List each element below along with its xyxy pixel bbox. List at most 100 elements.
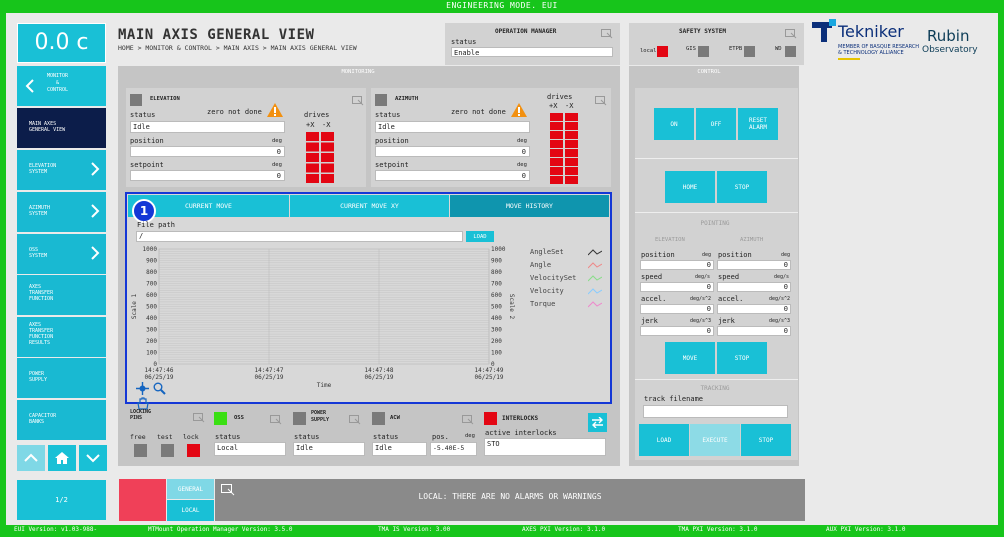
locking-pins-title: LOCKING PINS — [130, 409, 152, 421]
azimuth-speed-input[interactable]: 0 — [717, 282, 791, 292]
scroll-down-button[interactable] — [79, 445, 107, 471]
acw-panel: ACW status Idle pos. deg -5.40E-5 — [370, 409, 478, 464]
x-tick-label: 14:47:48 — [365, 367, 394, 374]
chevron-right-icon — [91, 246, 100, 260]
home-axis-button[interactable]: HOME — [665, 171, 715, 203]
y2-tick-label: 100 — [491, 350, 502, 357]
x-tick-date: 06/25/19 — [255, 374, 284, 381]
nav-item-oss[interactable]: OSS SYSTEM — [17, 234, 106, 274]
nav-item-axes-tf-results[interactable]: AXES TRANSFER FUNCTION RESULTS — [17, 317, 106, 357]
x-axis-label: Time — [317, 382, 332, 389]
azimuth-jerk-input[interactable]: 0 — [717, 326, 791, 336]
track-load-button[interactable]: LOAD — [639, 424, 689, 456]
tab-move-history[interactable]: MOVE HISTORY — [450, 195, 609, 217]
elevation-indicator — [130, 94, 142, 106]
nav-item-axes-tf[interactable]: AXES TRANSFER FUNCTION — [17, 275, 106, 315]
azimuth-position-value: 0 — [375, 146, 530, 157]
x-tick-label: 14:47:47 — [255, 367, 284, 374]
oss-panel: OSS status Local — [212, 409, 287, 464]
nav-back-button[interactable]: MONITOR & CONTROL — [17, 66, 106, 106]
azimuth-setpoint-value: 0 — [375, 170, 530, 181]
y-tick-label: 500 — [146, 304, 157, 311]
nav-item-power-supply[interactable]: POWER SUPPLY — [17, 358, 106, 398]
y2-tick-label: 700 — [491, 281, 502, 288]
azimuth-accel-input[interactable]: 0 — [717, 304, 791, 314]
file-path-input[interactable]: / — [136, 231, 463, 242]
interlocks-active-value: STO — [484, 438, 606, 456]
alarm-indicator — [119, 479, 166, 521]
scroll-up-button[interactable] — [17, 445, 45, 471]
y-tick-label: 1000 — [143, 246, 158, 253]
off-button[interactable]: OFF — [696, 108, 736, 140]
footer-om-version: MTMount Operation Manager Version: 3.5.0 — [148, 526, 293, 533]
crosshair-icon[interactable] — [136, 382, 149, 395]
y2-tick-label: 200 — [491, 338, 502, 345]
control-title: CONTROL — [697, 69, 721, 75]
zoom-icon[interactable] — [153, 382, 166, 395]
nav-item-capacitor-banks[interactable]: CAPACITOR BANKS — [17, 400, 106, 440]
safety-system-title: SAFETY SYSTEM — [679, 28, 726, 35]
footer-tma-pxi-version: TMA PXI Version: 3.1.0 — [678, 526, 758, 533]
control-divider — [635, 158, 798, 159]
pointing-azimuth-label: AZIMUTH — [740, 237, 764, 243]
elevation-zero-label: zero not done — [207, 108, 262, 116]
file-load-button[interactable]: LOAD — [466, 231, 494, 242]
azimuth-position-unit: deg — [517, 138, 527, 144]
elevation-position-unit: deg — [272, 138, 282, 144]
power-supply-indicator — [293, 412, 306, 425]
y-tick-label: 700 — [146, 281, 157, 288]
popup-icon[interactable] — [352, 96, 364, 106]
local-button[interactable]: LOCAL — [167, 500, 214, 521]
on-button[interactable]: ON — [654, 108, 694, 140]
azimuth-position-input[interactable]: 0 — [717, 260, 791, 270]
warning-icon — [267, 103, 283, 117]
breadcrumb: HOME > MONITOR & CONTROL > MAIN AXIS > M… — [118, 44, 357, 52]
track-stop-button[interactable]: STOP — [741, 424, 791, 456]
oss-status-value: Local — [214, 442, 286, 456]
move-button[interactable]: MOVE — [665, 342, 715, 374]
page-indicator[interactable]: 1/2 — [17, 480, 106, 520]
pointing-title: POINTING — [700, 220, 730, 227]
acw-pos-value: -5.40E-5 — [430, 442, 477, 456]
safety-etpb-indicator — [744, 46, 755, 57]
elevation-position-input[interactable]: 0 — [640, 260, 714, 270]
execute-button[interactable]: EXECUTE — [690, 424, 740, 456]
locking-free-indicator — [134, 444, 147, 457]
popup-icon[interactable] — [349, 415, 361, 425]
elevation-speed-input[interactable]: 0 — [640, 282, 714, 292]
stop-axis-button[interactable]: STOP — [717, 171, 767, 203]
popup-icon[interactable] — [270, 415, 282, 425]
popup-icon[interactable] — [785, 29, 797, 39]
y2-tick-label: 900 — [491, 258, 502, 265]
refresh-interlocks-button[interactable] — [588, 413, 607, 432]
popup-icon[interactable] — [595, 96, 607, 106]
elevation-jerk-input[interactable]: 0 — [640, 326, 714, 336]
acw-status-label: status — [373, 433, 399, 441]
popup-icon[interactable] — [462, 415, 474, 425]
track-filename-input[interactable] — [643, 405, 788, 418]
reset-alarm-button[interactable]: RESET ALARM — [738, 108, 778, 140]
nav-item-main-axes[interactable]: MAIN AXES GENERAL VIEW — [17, 108, 106, 148]
rubin-logo: Rubin Observatory — [922, 28, 978, 55]
popup-icon[interactable] — [193, 413, 205, 423]
elevation-drives-px: +X — [306, 121, 315, 129]
y-tick-label: 800 — [146, 269, 157, 276]
safety-local-indicator — [657, 46, 668, 57]
nav-item-elevation[interactable]: ELEVATION SYSTEM — [17, 150, 106, 190]
elevation-accel-input[interactable]: 0 — [640, 304, 714, 314]
page-title: MAIN AXIS GENERAL VIEW — [118, 27, 315, 43]
legend-item: Velocity — [530, 287, 604, 300]
interlocks-indicator — [484, 412, 497, 425]
chevron-right-icon — [91, 204, 100, 218]
tab-current-move-xy[interactable]: CURRENT MOVE XY — [290, 195, 449, 217]
nav-item-azimuth[interactable]: AZIMUTH SYSTEM — [17, 192, 106, 232]
popup-icon[interactable] — [601, 29, 613, 39]
general-button[interactable]: GENERAL — [167, 479, 214, 499]
azimuth-status-label: status — [375, 111, 401, 119]
home-button[interactable] — [48, 445, 76, 471]
safety-gis-label: GIS — [686, 46, 696, 52]
tracking-title: TRACKING — [700, 385, 730, 392]
x-tick-label: 14:47:49 — [475, 367, 504, 374]
stop-move-button[interactable]: STOP — [717, 342, 767, 374]
oss-indicator — [214, 412, 227, 425]
